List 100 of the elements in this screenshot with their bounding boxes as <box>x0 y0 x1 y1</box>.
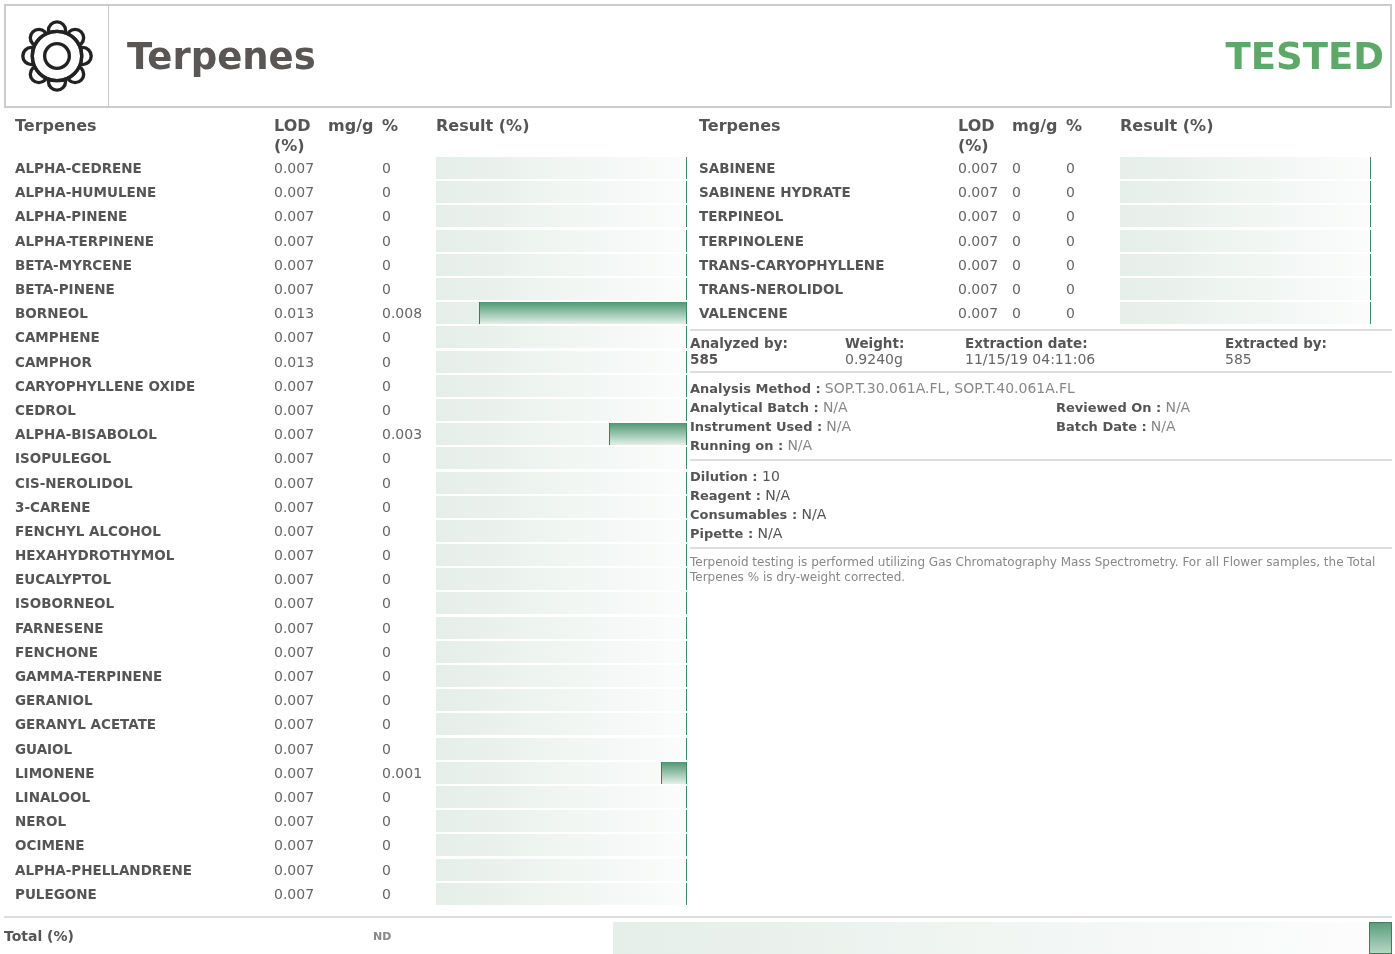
percent-value: 0 <box>382 522 392 539</box>
info-value: 11/15/19 04:11:06 <box>965 351 1097 368</box>
column-header: Terpenes <box>699 116 782 135</box>
lod-value: 0.007 <box>958 281 1000 298</box>
percent-value: 0 <box>382 401 392 418</box>
lod-value: 0.007 <box>274 837 316 854</box>
percent-value: 0 <box>1066 184 1076 201</box>
method-line: Reviewed On : N/A <box>1056 398 1192 418</box>
flower-icon <box>19 18 95 94</box>
method-line: Analysis Method : SOP.T.30.061A.FL, SOP.T.40.061A.FL <box>690 379 1076 399</box>
lod-value: 0.007 <box>274 643 316 660</box>
terpene-name: PULEGONE <box>15 885 98 902</box>
mg-per-g-value: 0 <box>1012 281 1021 298</box>
lod-value: 0.007 <box>274 401 316 418</box>
percent-value: 0 <box>382 353 392 370</box>
percent-value: 0 <box>382 692 392 709</box>
terpene-name: CARYOPHYLLENE OXIDE <box>15 377 197 394</box>
terpene-name: FENCHONE <box>15 643 99 660</box>
percent-value: 0.008 <box>382 305 424 322</box>
lod-value: 0.007 <box>958 184 1000 201</box>
method-line: Instrument Used : N/A <box>690 417 853 437</box>
mg-per-g-value: 0 <box>1012 208 1021 225</box>
lod-value: 0.007 <box>274 256 316 273</box>
lod-value: 0.007 <box>274 813 316 830</box>
lod-value: 0.013 <box>274 305 316 322</box>
percent-value: 0 <box>1066 305 1076 322</box>
percent-value: 0 <box>382 474 392 491</box>
percent-value: 0 <box>1066 232 1076 249</box>
percent-value: 0 <box>1066 256 1076 273</box>
mg-per-g-value: 0 <box>1012 305 1021 322</box>
terpene-name: CEDROL <box>15 401 77 418</box>
method-line: Analytical Batch : N/A <box>690 398 849 418</box>
terpene-name: LIMONENE <box>15 764 96 781</box>
column-header: mg/g <box>328 116 375 135</box>
column-header: Result (%) <box>1120 116 1215 135</box>
lod-value: 0.007 <box>274 547 316 564</box>
terpene-name: ALPHA-CEDRENE <box>15 160 143 177</box>
terpene-name: ALPHA-HUMULENE <box>15 184 158 201</box>
lod-value: 0.007 <box>274 426 316 443</box>
lod-value: 0.007 <box>274 208 316 225</box>
lod-value: 0.007 <box>274 692 316 709</box>
info-value: 585 <box>690 351 720 368</box>
percent-value: 0 <box>382 450 392 467</box>
terpene-name: OCIMENE <box>15 837 86 854</box>
percent-value: 0 <box>382 377 392 394</box>
info-label: Analyzed by: <box>690 335 789 352</box>
terpene-name: CAMPHENE <box>15 329 101 346</box>
terpene-name: HEXAHYDROTHYMOL <box>15 547 176 564</box>
terpene-name: ALPHA-PINENE <box>15 208 129 225</box>
percent-value: 0 <box>382 281 392 298</box>
note-text: Terpenoid testing is performed utilizing Gas Chromatography Mass Spectrometry. For all Flower samples, the Total Terpenes % is dry-weight corrected. <box>690 554 1377 586</box>
percent-value: 0 <box>382 547 392 564</box>
percent-value: 0 <box>382 595 392 612</box>
mg-per-g-value: 0 <box>1012 184 1021 201</box>
material-line: Reagent : N/A <box>690 486 792 506</box>
column-header: % <box>382 116 400 135</box>
terpene-name: SABINENE <box>699 160 777 177</box>
percent-value: 0 <box>382 619 392 636</box>
info-value: 585 <box>1225 351 1253 368</box>
percent-value: 0 <box>382 208 392 225</box>
percent-value: 0 <box>382 861 392 878</box>
terpene-name: ALPHA-BISABOLOL <box>15 426 158 443</box>
percent-value: 0 <box>382 643 392 660</box>
percent-value: 0 <box>382 160 392 177</box>
terpene-name: NEROL <box>15 813 67 830</box>
terpene-name: FENCHYL ALCOHOL <box>15 522 162 539</box>
lod-value: 0.007 <box>274 281 316 298</box>
percent-value: 0 <box>382 740 392 757</box>
percent-value: 0 <box>382 256 392 273</box>
terpene-name: ISOPULEGOL <box>15 450 113 467</box>
lod-value: 0.007 <box>274 668 316 685</box>
percent-value: 0 <box>382 232 392 249</box>
mg-per-g-value: 0 <box>1012 160 1021 177</box>
percent-value: 0 <box>382 837 392 854</box>
lod-value: 0.007 <box>274 498 316 515</box>
percent-value: 0 <box>382 571 392 588</box>
percent-value: 0 <box>382 885 392 902</box>
terpene-name: CAMPHOR <box>15 353 93 370</box>
lod-value: 0.007 <box>274 885 316 902</box>
percent-value: 0.001 <box>382 764 424 781</box>
material-line: Consumables : N/A <box>690 505 828 525</box>
percent-value: 0 <box>1066 160 1076 177</box>
terpene-name: TRANS-CARYOPHYLLENE <box>699 256 886 273</box>
status-label: TESTED <box>1225 34 1384 78</box>
percent-value: 0 <box>382 668 392 685</box>
lod-value: 0.007 <box>274 788 316 805</box>
percent-value: 0 <box>382 184 392 201</box>
info-value: 0.9240g <box>845 351 904 368</box>
lod-value: 0.007 <box>274 861 316 878</box>
percent-value: 0 <box>382 716 392 733</box>
lod-value: 0.007 <box>274 232 316 249</box>
page-title: Terpenes <box>127 34 317 78</box>
lod-value: 0.007 <box>274 184 316 201</box>
percent-value: 0 <box>382 813 392 830</box>
info-label: Extraction date: <box>965 335 1089 352</box>
lod-value: 0.007 <box>274 740 316 757</box>
terpene-name: 3-CARENE <box>15 498 92 515</box>
terpene-name: GERANIOL <box>15 692 94 709</box>
terpene-name: ISOBORNEOL <box>15 595 115 612</box>
terpene-name: GERANYL ACETATE <box>15 716 158 733</box>
